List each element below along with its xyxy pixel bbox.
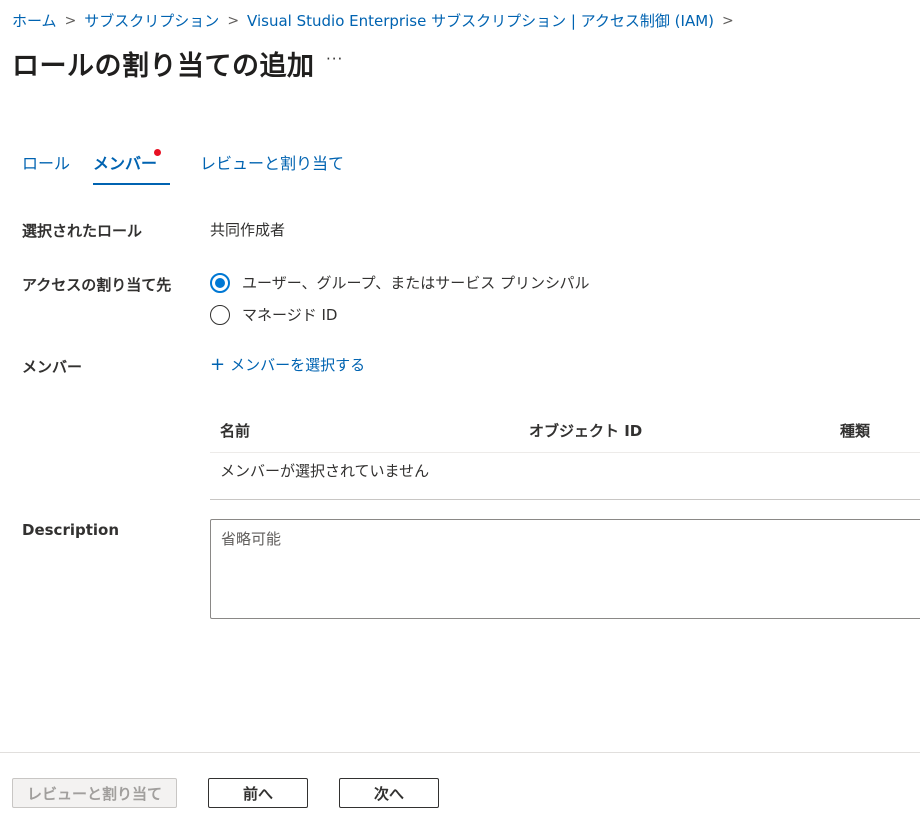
required-indicator-dot [154, 149, 161, 156]
radio-unchecked-icon[interactable] [210, 304, 230, 325]
more-options-icon[interactable]: ··· [326, 50, 343, 68]
empty-members-message: メンバーが選択されていません [220, 462, 430, 480]
members-table-header: 名前 オブジェクト ID 種類 [210, 420, 920, 453]
plus-icon: + [210, 353, 226, 375]
radio-managed-identity[interactable]: マネージド ID [210, 304, 337, 325]
tab-review-assign[interactable]: レビューと割り当て [200, 150, 344, 183]
column-header-name[interactable]: 名前 [220, 420, 250, 441]
page-title: ロールの割り当ての追加 [12, 51, 315, 82]
radio-checked-icon[interactable] [210, 272, 230, 293]
column-header-object-id[interactable]: オブジェクト ID [529, 420, 642, 441]
radio-user-group-sp-label: ユーザー、グループ、またはサービス プリンシパル [242, 274, 590, 292]
breadcrumb-home-link[interactable]: ホーム [12, 10, 57, 31]
review-assign-button[interactable]: レビューと割り当て [12, 778, 177, 808]
table-row: メンバーが選択されていません [210, 453, 920, 500]
description-label: Description [22, 521, 120, 539]
radio-user-group-sp[interactable]: ユーザー、グループ、またはサービス プリンシパル [210, 272, 590, 293]
tab-members[interactable]: メンバー [93, 149, 170, 185]
breadcrumb: ホーム > サブスクリプション > Visual Studio Enterpri… [12, 10, 742, 31]
radio-managed-identity-label: マネージド ID [242, 306, 338, 324]
next-button[interactable]: 次へ [339, 778, 439, 808]
select-members-link[interactable]: + メンバーを選択する [210, 354, 365, 375]
assign-access-label: アクセスの割り当て先 [22, 276, 172, 294]
description-textarea[interactable] [210, 519, 920, 619]
members-label: メンバー [22, 358, 83, 376]
chevron-right-icon: > [227, 12, 240, 29]
select-members-label: メンバーを選択する [230, 356, 366, 374]
previous-button[interactable]: 前へ [208, 778, 308, 808]
tab-role[interactable]: ロール [22, 150, 70, 183]
breadcrumb-iam-link[interactable]: Visual Studio Enterprise サブスクリプション | アクセ… [247, 10, 714, 31]
selected-role-label: 選択されたロール [22, 222, 143, 240]
breadcrumb-subscriptions-link[interactable]: サブスクリプション [84, 10, 219, 31]
footer-divider [0, 752, 920, 753]
column-header-type[interactable]: 種類 [840, 420, 870, 441]
tab-members-label: メンバー [93, 154, 158, 173]
chevron-right-icon: > [722, 12, 734, 29]
selected-role-value: 共同作成者 [210, 221, 286, 239]
chevron-right-icon: > [64, 12, 77, 29]
